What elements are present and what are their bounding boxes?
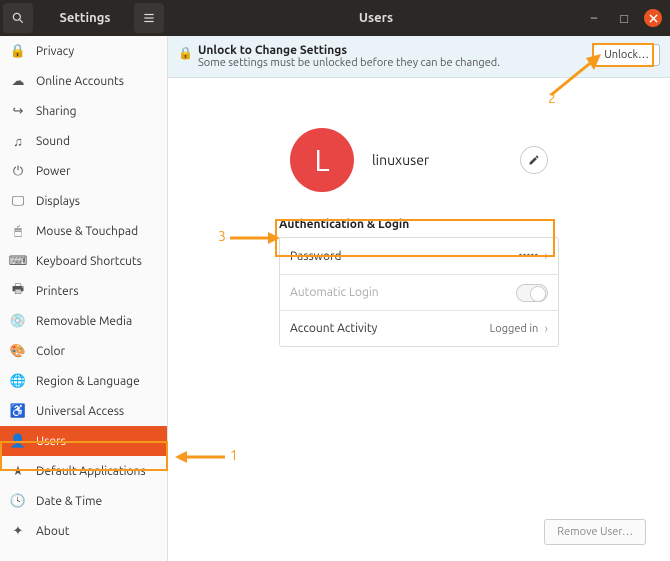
sidebar-item-label: Privacy [36, 45, 74, 58]
sidebar-item-online-accounts[interactable]: ☁ Online Accounts [0, 66, 167, 96]
sidebar-item-label: Users [36, 435, 66, 448]
sidebar-item-displays[interactable]: 🖵 Displays [0, 186, 167, 216]
chevron-right-icon: › [544, 322, 548, 336]
users-icon: 👤 [10, 434, 26, 449]
sharing-icon: ↪ [10, 104, 26, 119]
sidebar-item-removable-media[interactable]: 💿 Removable Media [0, 306, 167, 336]
sidebar-item-sharing[interactable]: ↪ Sharing [0, 96, 167, 126]
annotation-number-3: 3 [218, 228, 226, 244]
app-title: Settings [36, 11, 134, 25]
password-value: ••••• [519, 250, 539, 262]
window-controls: – □ [584, 8, 670, 28]
sidebar-item-users[interactable]: 👤 Users [0, 426, 167, 456]
sidebar-item-printers[interactable]: 🖶 Printers [0, 276, 167, 306]
region-language-icon: 🌐 [10, 374, 26, 389]
sidebar-item-keyboard-shortcuts[interactable]: ⌨ Keyboard Shortcuts [0, 246, 167, 276]
banner-subtitle: Some settings must be unlocked before th… [198, 57, 593, 69]
removable-media-icon: 💿 [10, 314, 26, 329]
power-icon: ⏻ [10, 164, 26, 179]
default-applications-icon: ★ [10, 464, 26, 479]
sidebar-item-label: About [36, 525, 69, 538]
sidebar-item-mouse-touchpad[interactable]: 🖱 Mouse & Touchpad [0, 216, 167, 246]
sidebar-item-about[interactable]: ✦ About [0, 516, 167, 546]
chevron-right-icon: › [544, 249, 548, 263]
edit-name-button[interactable] [520, 146, 548, 174]
printers-icon: 🖶 [10, 280, 26, 302]
keyboard-shortcuts-icon: ⌨ [10, 254, 26, 269]
sidebar-item-label: Keyboard Shortcuts [36, 255, 142, 268]
titlebar: Settings Users – □ [0, 0, 670, 36]
remove-user-button[interactable]: Remove User… [544, 519, 646, 545]
sidebar-item-label: Universal Access [36, 405, 124, 418]
password-row[interactable]: Password ••••• › [280, 238, 558, 274]
sidebar-item-label: Date & Time [36, 495, 102, 508]
autologin-row: Automatic Login [280, 274, 558, 310]
username-label: linuxuser [372, 152, 502, 168]
sidebar-item-universal-access[interactable]: ♿ Universal Access [0, 396, 167, 426]
sidebar-item-label: Online Accounts [36, 75, 124, 88]
activity-value: Logged in [490, 323, 539, 335]
sidebar-item-sound[interactable]: ♫ Sound [0, 126, 167, 156]
banner-title: Unlock to Change Settings [198, 44, 593, 57]
hamburger-icon[interactable] [134, 3, 164, 33]
password-label: Password [290, 250, 519, 263]
about-icon: ✦ [10, 524, 26, 539]
mouse-touchpad-icon: 🖱 [10, 224, 26, 239]
maximize-button[interactable]: □ [614, 8, 634, 28]
date-time-icon: 🕓 [10, 494, 26, 509]
close-button[interactable] [644, 9, 662, 27]
sidebar-item-privacy[interactable]: 🔒 Privacy [0, 36, 167, 66]
sidebar-item-default-applications[interactable]: ★ Default Applications [0, 456, 167, 486]
sidebar-item-label: Mouse & Touchpad [36, 225, 138, 238]
sidebar-item-color[interactable]: 🎨 Color [0, 336, 167, 366]
sidebar-item-label: Default Applications [36, 465, 146, 478]
annotation-number-1: 1 [230, 447, 238, 463]
banner-text: Unlock to Change Settings Some settings … [198, 44, 593, 69]
content-pane: 🔒 Unlock to Change Settings Some setting… [168, 36, 670, 561]
sidebar-item-date-time[interactable]: 🕓 Date & Time [0, 486, 167, 516]
titlebar-left: Settings [0, 0, 168, 36]
universal-access-icon: ♿ [10, 404, 26, 419]
sidebar-item-label: Removable Media [36, 315, 132, 328]
sidebar-item-power[interactable]: ⏻ Power [0, 156, 167, 186]
sidebar-item-label: Power [36, 165, 71, 178]
displays-icon: 🖵 [10, 194, 26, 209]
activity-label: Account Activity [290, 322, 490, 335]
search-icon[interactable] [3, 3, 33, 33]
online-accounts-icon: ☁ [10, 74, 26, 89]
avatar[interactable]: L [290, 128, 354, 192]
unlock-button[interactable]: Unlock… [593, 44, 660, 66]
sidebar-item-label: Color [36, 345, 65, 358]
color-icon: 🎨 [10, 344, 26, 359]
sidebar-item-label: Sound [36, 135, 70, 148]
privacy-icon: 🔒 [10, 44, 26, 59]
activity-row[interactable]: Account Activity Logged in › [280, 310, 558, 346]
sidebar: 🔒 Privacy ☁ Online Accounts ↪ Sharing ♫ Sound ⏻ P… [0, 36, 168, 561]
unlock-banner: 🔒 Unlock to Change Settings Some setting… [168, 36, 670, 78]
section-title: Authentication & Login [279, 218, 559, 231]
auth-section: Authentication & Login Password ••••• › … [279, 218, 559, 347]
page-title: Users [168, 11, 584, 25]
user-header: L linuxuser [168, 128, 670, 192]
sidebar-item-label: Sharing [36, 105, 77, 118]
sidebar-item-label: Displays [36, 195, 80, 208]
sidebar-item-label: Region & Language [36, 375, 140, 388]
autologin-label: Automatic Login [290, 286, 516, 299]
autologin-switch[interactable] [516, 284, 548, 302]
settings-rows: Password ••••• › Automatic Login Account… [279, 237, 559, 347]
lock-icon: 🔒 [178, 44, 198, 60]
annotation-number-2: 2 [548, 90, 556, 106]
sidebar-item-label: Printers [36, 285, 79, 298]
sound-icon: ♫ [10, 134, 26, 149]
minimize-button[interactable]: – [584, 8, 604, 28]
sidebar-item-region-language[interactable]: 🌐 Region & Language [0, 366, 167, 396]
